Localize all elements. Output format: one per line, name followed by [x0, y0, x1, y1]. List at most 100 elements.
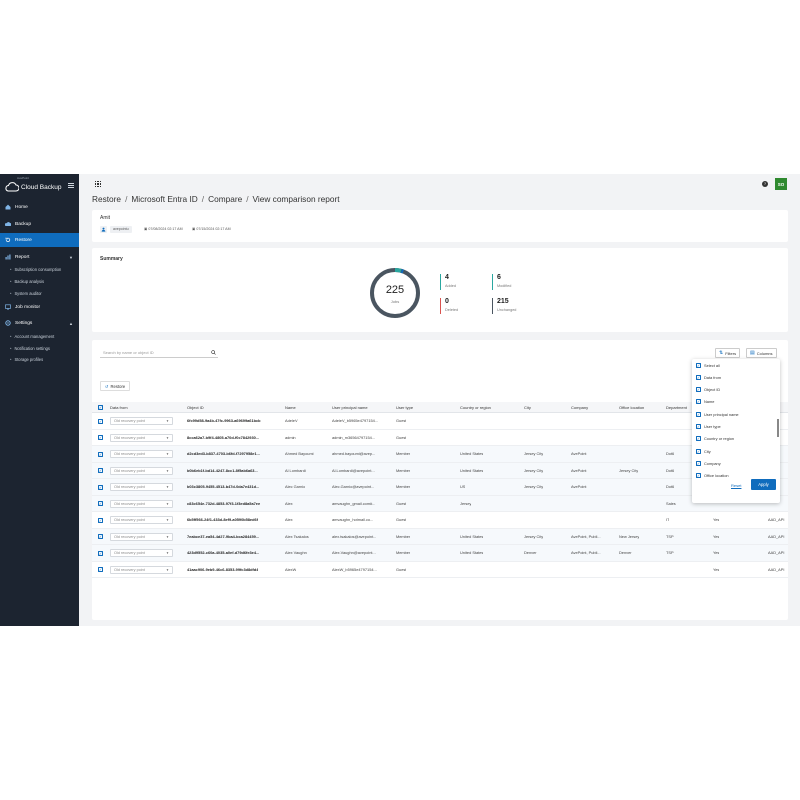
sidebar-subitem-backup-analysis[interactable]: Backup analysis [10, 279, 44, 284]
column-option-label: User principal name [704, 411, 739, 417]
sidebar-subitem-storage-profiles[interactable]: Storage profiles [10, 357, 43, 362]
column-option-checkbox[interactable]: ✓ [696, 399, 701, 405]
column-option[interactable]: ✓ Country or region [696, 434, 734, 444]
column-header-company[interactable]: Company [571, 402, 588, 413]
row-checkbox[interactable]: ✓ [98, 501, 103, 506]
sidebar-subitem-notification-settings[interactable]: Notification settings [10, 346, 50, 351]
row-checkbox[interactable]: ✓ [98, 468, 103, 473]
row-checkbox[interactable]: ✓ [98, 550, 103, 556]
sidebar-item-backup[interactable]: Backup [0, 217, 79, 231]
sidebar-item-restore[interactable]: Restore [0, 233, 79, 247]
data-from-select[interactable]: Old recovery point ▼ [110, 549, 173, 557]
column-option-checkbox[interactable]: ✓ [696, 436, 701, 442]
menu-toggle-icon[interactable] [68, 183, 74, 188]
sidebar-item-job-monitor[interactable]: Job monitor [0, 300, 79, 314]
row-checkbox[interactable]: ✓ [98, 534, 103, 539]
table-row[interactable]: ✓ Old recovery point ▼ 423d9552-c60a-4035-a… [92, 545, 788, 562]
column-header-city[interactable]: City [524, 402, 531, 413]
data-from-select[interactable]: Old recovery point ▼ [110, 516, 173, 524]
table-row[interactable]: ✓ Old recovery point ▼ d2cd3ed3-b837-4703-b… [92, 446, 788, 463]
breadcrumb-restore[interactable]: Restore [92, 194, 121, 204]
cell-city: Jersey City [524, 467, 544, 473]
breadcrumb-entra-id[interactable]: Microsoft Entra ID [131, 194, 197, 204]
data-from-select[interactable]: Old recovery point ▼ [110, 483, 173, 491]
column-option[interactable]: ✓ Office location [696, 471, 729, 481]
sidebar-subitem-system-auditor[interactable]: System auditor [10, 291, 41, 296]
data-from-select[interactable]: Old recovery point ▼ [110, 450, 173, 458]
cell-city: Jersey City [524, 451, 544, 456]
column-header-department[interactable]: Department [666, 402, 687, 413]
column-option[interactable]: ✓ Select all [696, 360, 720, 370]
columns-menu-scrollbar[interactable] [777, 419, 779, 437]
column-option[interactable]: ✓ Company [696, 458, 721, 468]
cell-extra-flag: Yes [713, 566, 720, 572]
column-option[interactable]: ✓ User principal name [696, 409, 739, 419]
column-header-object-id[interactable]: Object ID [187, 402, 204, 413]
cell-extra-flag: Yes [713, 550, 720, 555]
column-option[interactable]: ✓ Data from [696, 372, 721, 382]
cell-extra-source: AAD_API [768, 517, 785, 522]
column-header-user-type[interactable]: User type [396, 402, 413, 413]
row-checkbox[interactable]: ✓ [98, 517, 103, 523]
column-header-office[interactable]: Office location [619, 402, 644, 413]
column-option-checkbox[interactable]: ✓ [696, 448, 701, 454]
date-to-chip: ▣ 07/15/2024 02:17 AM [189, 226, 234, 233]
stat-value: 4 [445, 274, 449, 281]
table-row[interactable]: ✓ Old recovery point ▼ 6fc99d58-9a4b-47fc-9… [92, 413, 788, 430]
restore-button[interactable]: ↺ Restore [100, 381, 131, 391]
search-input[interactable]: Search by name or object ID [100, 348, 218, 358]
column-option-checkbox[interactable]: ✓ [696, 424, 701, 429]
column-option-checkbox[interactable]: ✓ [696, 411, 701, 417]
row-checkbox[interactable]: ✓ [98, 435, 103, 440]
column-option-checkbox[interactable]: ✓ [696, 362, 701, 368]
column-option-checkbox[interactable]: ✓ [696, 374, 701, 380]
row-checkbox[interactable]: ✓ [98, 484, 103, 490]
data-from-select[interactable]: Old recovery point ▼ [110, 499, 173, 508]
table-row[interactable]: ✓ Old recovery point ▼ c83c654e-732d-4853-9… [92, 495, 788, 512]
column-header-name[interactable]: Name [285, 402, 296, 413]
column-option[interactable]: ✓ Name [696, 397, 714, 407]
select-all-checkbox[interactable]: ✓ [98, 405, 103, 410]
data-from-select[interactable]: Old recovery point ▼ [110, 417, 173, 425]
data-from-select[interactable]: Old recovery point ▼ [110, 532, 173, 541]
column-header-data-from[interactable]: Data from [110, 402, 128, 413]
table-row[interactable]: ✓ Old recovery point ▼ b0b6eb1f-bd14-4247-8… [92, 462, 788, 479]
help-icon[interactable]: ? [762, 181, 768, 187]
column-option-checkbox[interactable]: ✓ [696, 473, 701, 479]
sidebar-subitem-account-management[interactable]: Account management [10, 334, 54, 339]
table-row[interactable]: ✓ Old recovery point ▼ 8cca62a7-b9f4-4805-a… [92, 430, 788, 446]
column-option-checkbox[interactable]: ✓ [696, 387, 701, 393]
apply-button[interactable]: Apply [751, 479, 776, 490]
sidebar-item-settings[interactable]: Settings ▲ [0, 316, 79, 330]
sidebar-item-home[interactable]: Home [0, 200, 79, 214]
cell-object-id: b0b6eb1f-bd14-4247-8cc1-8f5ab6a63... [187, 467, 258, 473]
cell-name: Alex Tsakalos [285, 533, 309, 539]
sidebar-item-report[interactable]: Report ▼ [0, 250, 79, 264]
table-row[interactable]: ✓ Old recovery point ▼ b03c3805-9455-4513-b… [92, 479, 788, 496]
column-option[interactable]: ✓ Object ID [696, 385, 720, 395]
table-row[interactable]: ✓ Old recovery point ▼ 41aac906-9eb9-46c6-8… [92, 562, 788, 578]
app-launcher-icon[interactable] [95, 181, 101, 187]
column-option[interactable]: ✓ City [696, 446, 711, 456]
data-from-select[interactable]: Old recovery point ▼ [110, 433, 173, 442]
table-row[interactable]: ✓ Old recovery point ▼ 7eabce37-ea54-4d27-9… [92, 528, 788, 545]
breadcrumb-compare[interactable]: Compare [208, 194, 242, 204]
data-from-select[interactable]: Old recovery point ▼ [110, 565, 173, 574]
column-option-checkbox[interactable]: ✓ [696, 460, 701, 466]
filters-button[interactable]: ⇅ Filters [715, 348, 741, 358]
row-checkbox[interactable]: ✓ [98, 418, 103, 424]
row-checkbox[interactable]: ✓ [98, 567, 103, 572]
column-header-country[interactable]: Country or region [460, 402, 491, 413]
columns-button[interactable]: ▤ Columns [746, 348, 777, 358]
row-checkbox[interactable]: ✓ [98, 451, 103, 457]
search-icon[interactable] [211, 350, 216, 355]
sidebar-subitem-subscription[interactable]: Subscription consumption [10, 267, 61, 272]
cell-upn: AlexW_b5965e4797154... [332, 566, 377, 572]
avatar[interactable]: SO [775, 178, 787, 190]
reset-button[interactable]: Reset [731, 483, 741, 488]
monitor-icon [5, 304, 11, 310]
column-header-upn[interactable]: User principal name [332, 402, 368, 413]
data-from-select[interactable]: Old recovery point ▼ [110, 466, 173, 475]
column-option[interactable]: ✓ User type [696, 422, 721, 432]
table-row[interactable]: ✓ Old recovery point ▼ 6b5ff566-24f1-433d-8… [92, 512, 788, 529]
